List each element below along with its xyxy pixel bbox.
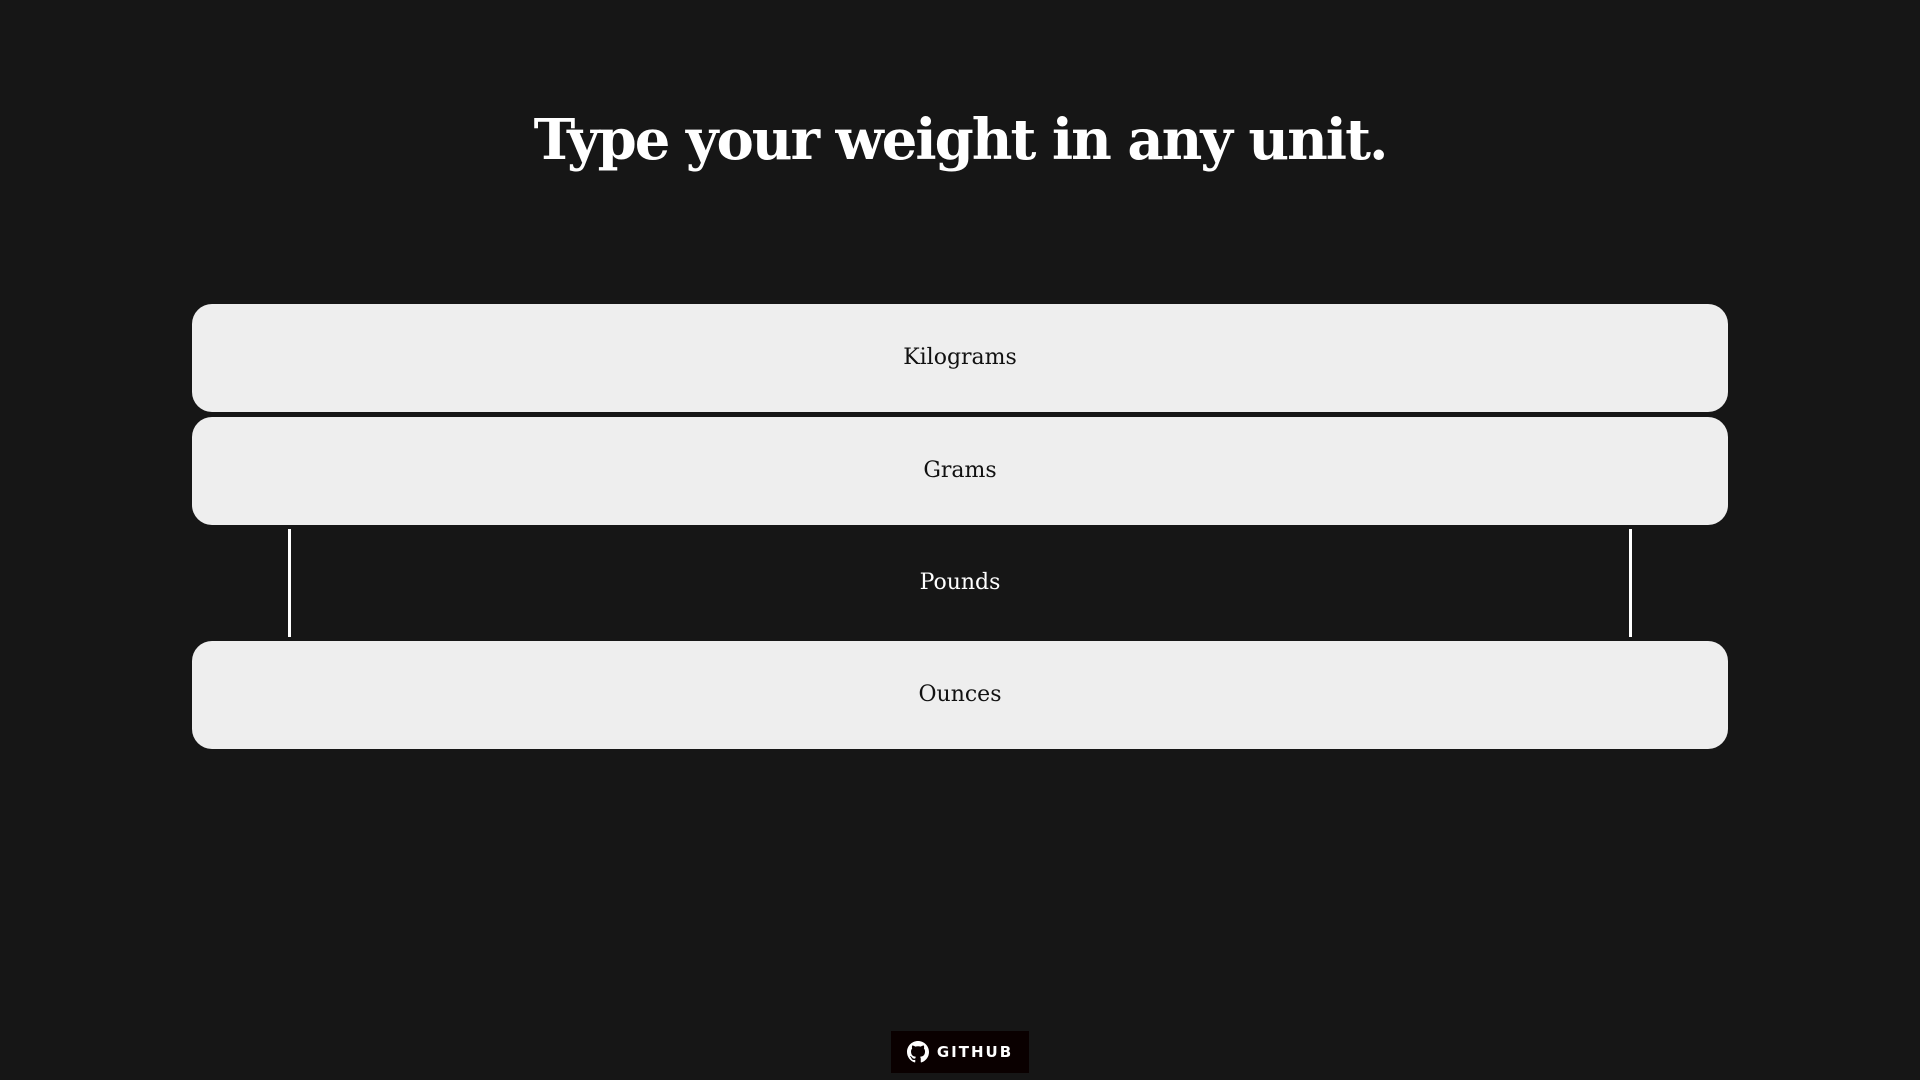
page-title: Type your weight in any unit. [533,107,1389,173]
github-icon [906,1041,929,1063]
ounces-input[interactable] [192,641,1728,749]
kilograms-input[interactable] [192,304,1728,412]
grams-input[interactable] [192,417,1728,525]
pounds-input[interactable] [288,529,1632,637]
page: Type your weight in any unit. GITHUB [0,0,1920,1080]
github-link[interactable]: GITHUB [891,1031,1029,1073]
github-label: GITHUB [936,1043,1014,1061]
